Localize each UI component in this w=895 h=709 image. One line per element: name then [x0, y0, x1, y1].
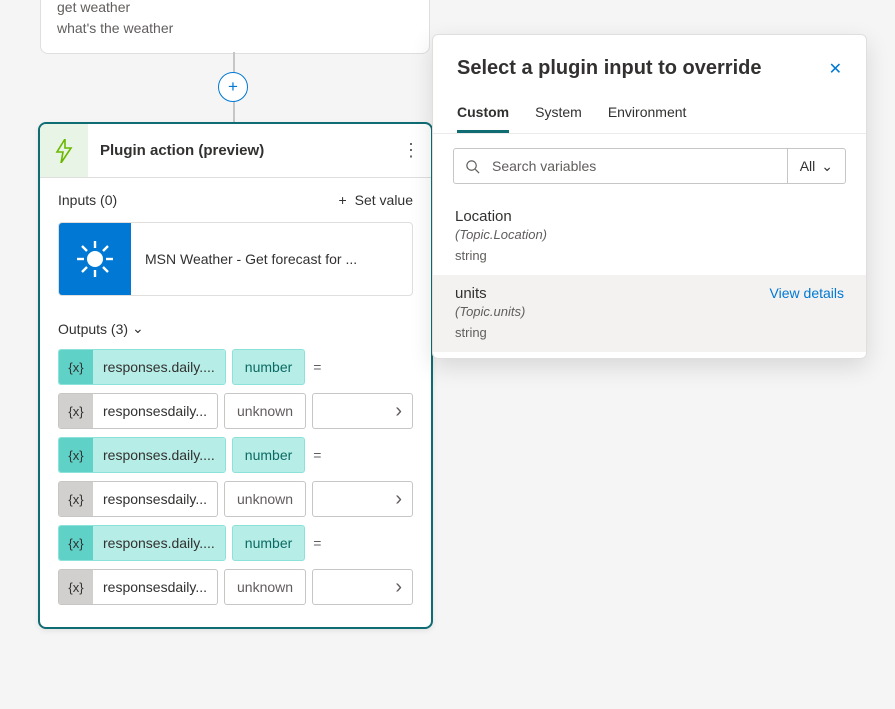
variable-badge-icon: {x} — [59, 570, 93, 604]
output-variable-name: responsesdaily... — [93, 403, 217, 419]
tab-environment[interactable]: Environment — [608, 96, 687, 133]
output-row: {x}responsesdaily...unknown› — [58, 481, 413, 517]
chevron-right-icon: › — [395, 576, 402, 599]
search-icon — [454, 159, 490, 174]
search-row: All ⌄ — [453, 148, 846, 184]
variable-badge-icon: {x} — [59, 394, 93, 428]
variable-name: Location — [455, 208, 844, 225]
more-icon: ⋮ — [402, 140, 420, 161]
variable-row[interactable]: Location (Topic.Location) string — [433, 198, 866, 275]
output-type-chip: unknown — [224, 569, 306, 605]
inputs-section-header: Inputs (0) + Set value — [40, 178, 431, 222]
variable-row[interactable]: View detailsunits(Topic.units)string — [433, 275, 866, 352]
variable-badge-icon: {x} — [59, 350, 93, 384]
variable-path: (Topic.units) — [455, 304, 844, 319]
output-variable-chip[interactable]: {x}responsesdaily... — [58, 393, 218, 429]
output-value-slot[interactable]: › — [312, 569, 413, 605]
plugin-tile-label: MSN Weather - Get forecast for ... — [131, 251, 412, 267]
panel-title: Select a plugin input to override — [457, 57, 761, 80]
output-type-chip: number — [232, 437, 305, 473]
variable-badge-icon: {x} — [59, 526, 93, 560]
output-type-chip: unknown — [224, 393, 306, 429]
plus-icon: + — [338, 192, 346, 208]
filter-dropdown[interactable]: All ⌄ — [787, 149, 845, 183]
variable-type: string — [455, 325, 844, 340]
output-type-chip: number — [232, 349, 305, 385]
trigger-node[interactable]: get weather what's the weather — [40, 0, 430, 54]
card-menu-button[interactable]: ⋮ — [391, 124, 431, 177]
variable-type: string — [455, 248, 844, 263]
output-variable-name: responses.daily.... — [93, 526, 225, 560]
output-variable-name: responsesdaily... — [93, 491, 217, 507]
equals-sign: = — [311, 535, 323, 551]
add-node-button[interactable]: + — [218, 72, 248, 102]
output-type-chip: unknown — [224, 481, 306, 517]
output-type-chip: number — [232, 525, 305, 561]
chevron-down-icon: ⌄ — [132, 320, 144, 337]
card-header: Plugin action (preview) ⋮ — [40, 124, 431, 178]
output-variable-name: responsesdaily... — [93, 579, 217, 595]
set-value-button[interactable]: + Set value — [338, 192, 413, 208]
equals-sign: = — [311, 359, 323, 375]
card-title: Plugin action (preview) — [88, 124, 391, 177]
output-row: {x}responses.daily....number = — [58, 349, 413, 385]
equals-sign: = — [311, 447, 323, 463]
lightning-icon — [40, 124, 88, 177]
set-value-label: Set value — [355, 192, 413, 208]
variable-path: (Topic.Location) — [455, 227, 844, 242]
trigger-line: get weather — [57, 0, 413, 18]
output-variable-chip[interactable]: {x}responses.daily.... — [58, 437, 226, 473]
output-row: {x}responsesdaily...unknown› — [58, 569, 413, 605]
output-variable-name: responses.daily.... — [93, 350, 225, 384]
output-variable-name: responses.daily.... — [93, 438, 225, 472]
tab-custom[interactable]: Custom — [457, 96, 509, 133]
output-variable-chip[interactable]: {x}responsesdaily... — [58, 481, 218, 517]
output-variable-chip[interactable]: {x}responses.daily.... — [58, 525, 226, 561]
plugin-action-card[interactable]: Plugin action (preview) ⋮ Inputs (0) + S… — [38, 122, 433, 629]
chevron-right-icon: › — [395, 400, 402, 423]
output-row: {x}responses.daily....number = — [58, 525, 413, 561]
plugin-tile[interactable]: MSN Weather - Get forecast for ... — [58, 222, 413, 296]
filter-label: All — [800, 158, 816, 174]
tab-system[interactable]: System — [535, 96, 582, 133]
trigger-line: what's the weather — [57, 18, 413, 39]
close-icon: ✕ — [829, 61, 842, 78]
outputs-label: Outputs (3) — [58, 321, 128, 337]
chevron-right-icon: › — [395, 488, 402, 511]
output-value-slot[interactable]: › — [312, 481, 413, 517]
override-panel: Select a plugin input to override ✕ Cust… — [432, 34, 867, 359]
variable-badge-icon: {x} — [59, 438, 93, 472]
view-details-link[interactable]: View details — [770, 285, 844, 301]
inputs-label: Inputs (0) — [58, 192, 117, 208]
weather-icon — [59, 223, 131, 295]
output-variable-chip[interactable]: {x}responsesdaily... — [58, 569, 218, 605]
plus-icon: + — [228, 77, 238, 97]
variable-badge-icon: {x} — [59, 482, 93, 516]
output-variable-chip[interactable]: {x}responses.daily.... — [58, 349, 226, 385]
outputs-toggle[interactable]: Outputs (3) ⌄ — [40, 314, 431, 349]
output-row: {x}responsesdaily...unknown› — [58, 393, 413, 429]
search-input[interactable] — [490, 157, 787, 175]
output-row: {x}responses.daily....number = — [58, 437, 413, 473]
output-value-slot[interactable]: › — [312, 393, 413, 429]
panel-tabs: Custom System Environment — [433, 90, 866, 134]
chevron-down-icon: ⌄ — [821, 158, 833, 175]
close-button[interactable]: ✕ — [829, 59, 842, 79]
